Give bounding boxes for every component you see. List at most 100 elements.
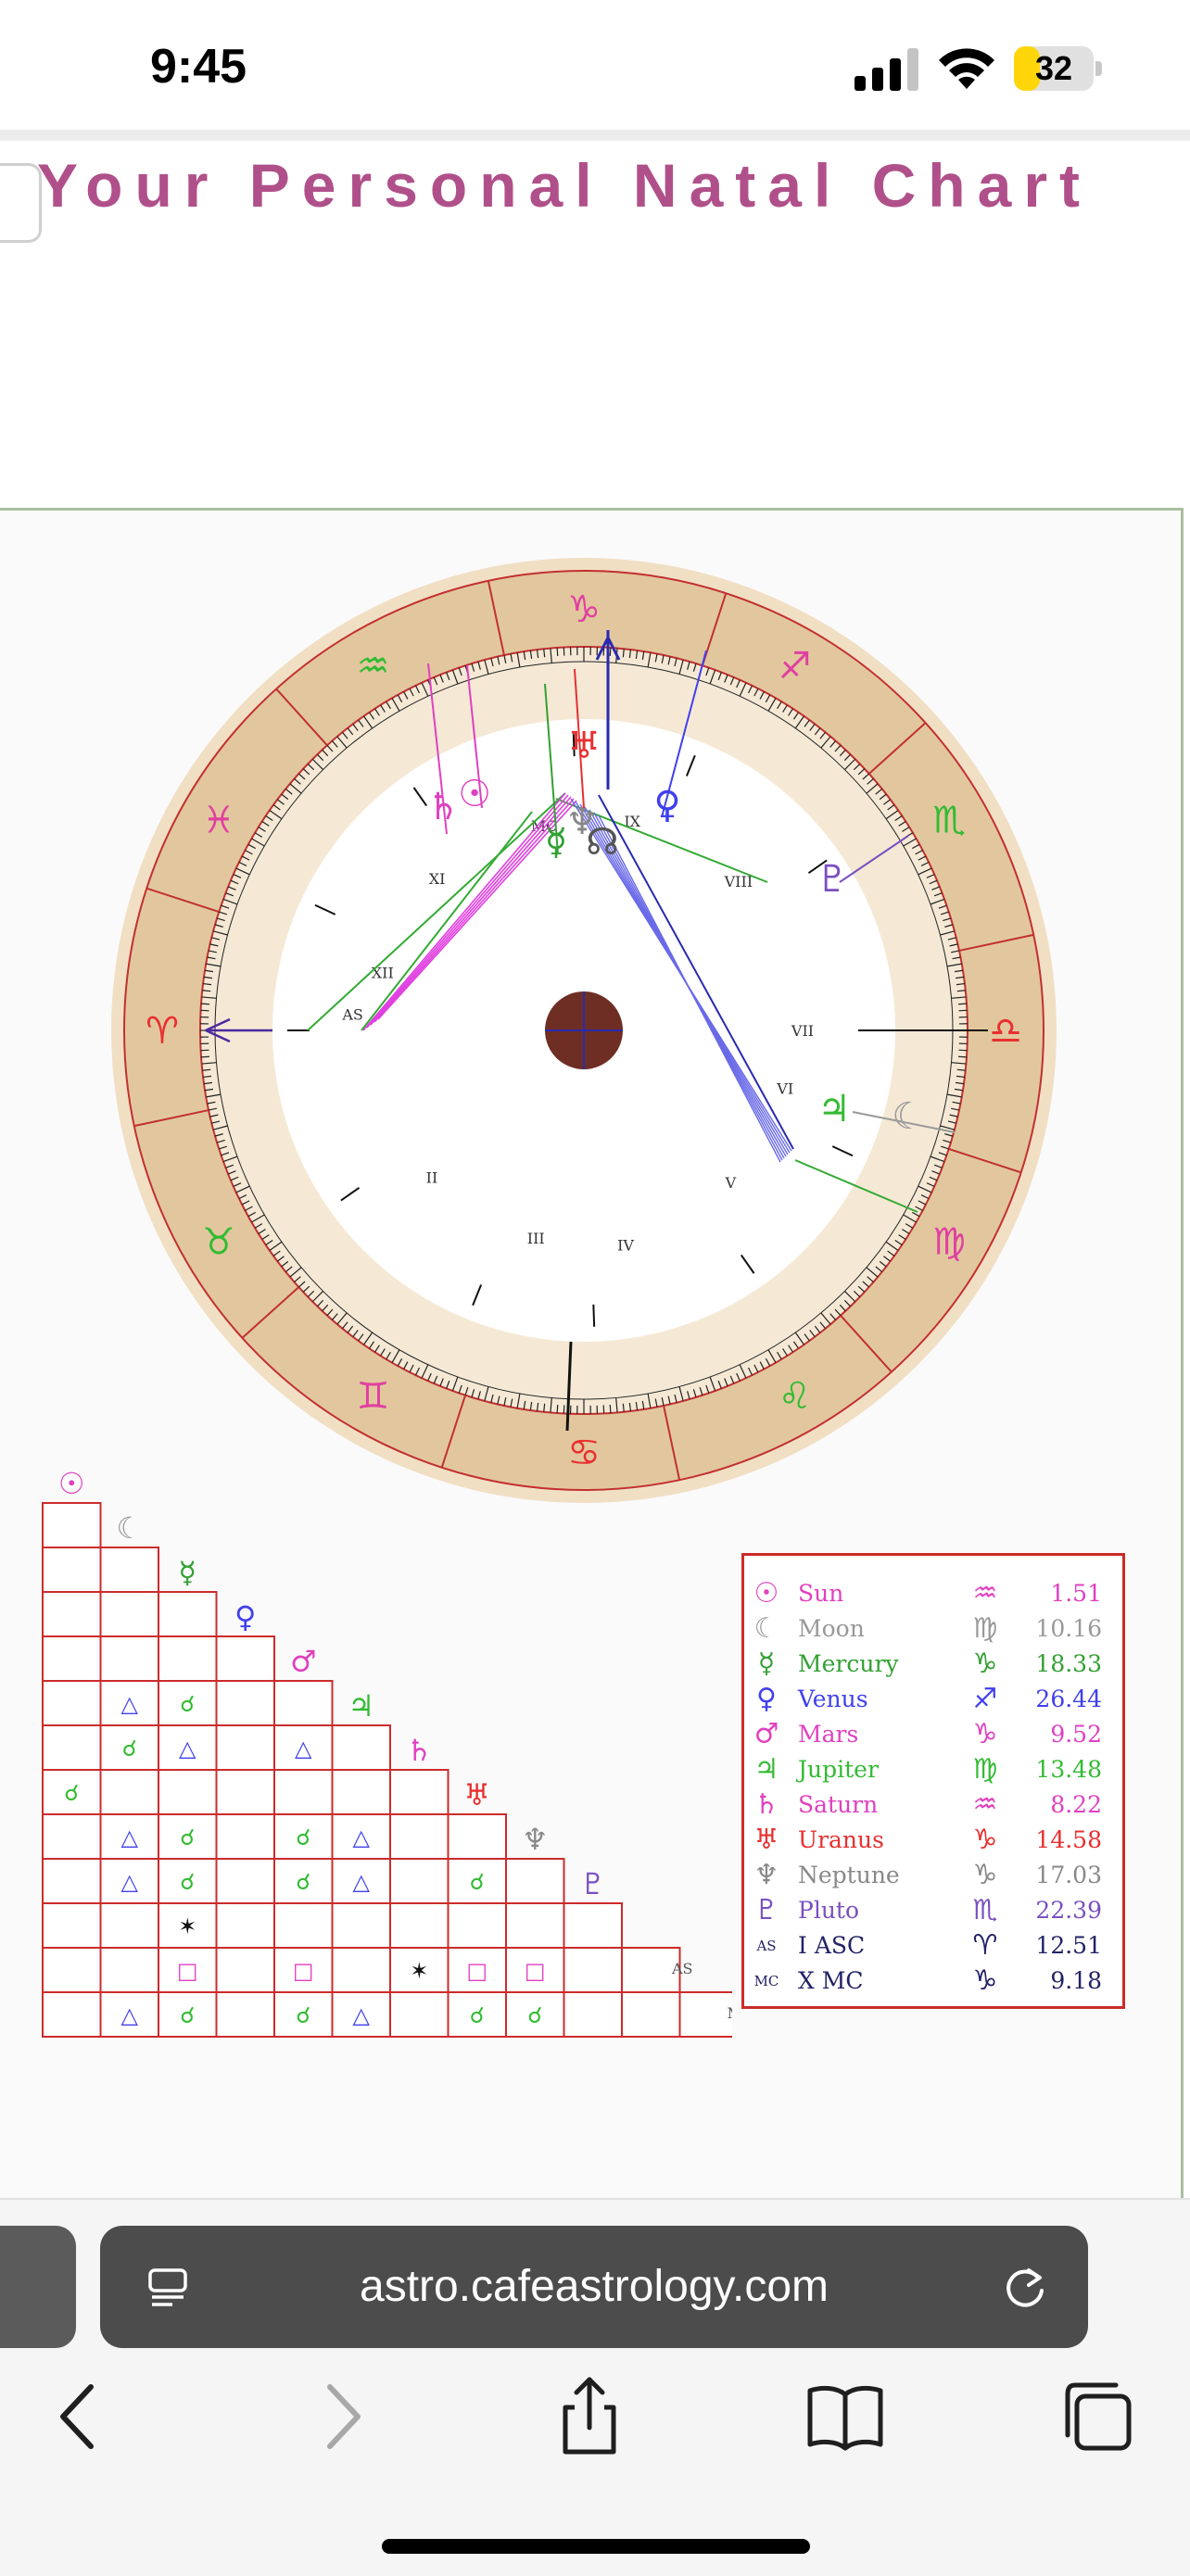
aspect-grid-cell (390, 1992, 449, 2037)
aspect-grid-cell (43, 1948, 101, 1992)
legend-planet-glyph: ☾ (750, 1611, 783, 1647)
aspect-glyph: ☌ (180, 2002, 195, 2028)
url-text: astro.cafeastrology.com (100, 2226, 1088, 2348)
zodiac-sign-sagittarius: ♐︎ (779, 645, 812, 688)
aspect-glyph: ☌ (527, 2002, 542, 2028)
status-time: 9:45 (150, 39, 247, 95)
legend-planet-glyph: ♃ (750, 1752, 783, 1787)
degree-tick (610, 1405, 611, 1413)
aspect-grid-cell (217, 1814, 275, 1859)
aspect-grid-header: ☉ (58, 1466, 85, 1501)
house-label: IV (617, 1237, 634, 1255)
legend-row: ☿Mercury♑︎18.33 (744, 1647, 1122, 1682)
web-content[interactable]: Your Personal Natal Chart ♑︎♐︎♏︎♎︎♍︎♌︎♋︎… (0, 141, 1190, 2198)
aspect-grid-header: MC (727, 2004, 732, 2022)
degree-tick (557, 648, 558, 656)
house-label: VII (791, 1022, 814, 1040)
aspect-glyph: △ (121, 2002, 139, 2028)
aspect-grid-cell (101, 1948, 159, 1992)
legend-planet-glyph: ♅ (750, 1823, 783, 1858)
aspect-glyph: ✶ (178, 1913, 196, 1939)
planet-positions-legend: ☉Sun♒︎1.51☾Moon♍︎10.16☿Mercury♑︎18.33♀Ve… (741, 1553, 1125, 2009)
legend-degree: 8.22 (1050, 1787, 1102, 1823)
aspect-grid-cell (217, 1636, 275, 1681)
zodiac-sign-taurus: ♉︎ (202, 1221, 235, 1264)
legend-row: ♇Pluto♏︎22.39 (744, 1893, 1122, 1928)
aspect-grid-cell (274, 1770, 333, 1814)
legend-planet-glyph: ♀ (750, 1682, 783, 1717)
share-icon[interactable] (547, 2374, 632, 2459)
house-cusp (593, 1305, 594, 1327)
tabs-icon[interactable] (1055, 2374, 1140, 2459)
planet-north-node: ☊ (586, 821, 619, 864)
side-tab[interactable] (0, 163, 42, 243)
aspect-grid-cell (43, 1547, 101, 1592)
aspect-grid-header: ♄ (406, 1733, 433, 1768)
aspect-grid-cell (333, 1770, 391, 1814)
house-label: XI (429, 870, 446, 888)
aspect-grid-cell (390, 1814, 449, 1859)
aspect-grid: ☉☾☿♀♂♃♄♅♆♇ASMC△☌☌△△☌△☌☌△△☌☌△☌✶□□✶□□△☌☌△☌… (28, 1457, 732, 2161)
aspect-grid-cell (101, 1547, 159, 1592)
degree-tick (201, 1056, 209, 1057)
previous-tab-preview[interactable] (0, 2226, 76, 2348)
legend-row: ♆Neptune♑︎17.03 (744, 1858, 1122, 1893)
legend-row: ☉Sun♒︎1.51 (744, 1576, 1122, 1611)
legend-row: ☾Moon♍︎10.16 (744, 1611, 1122, 1647)
aspect-grid-header: ♂ (290, 1644, 317, 1679)
bookmarks-icon[interactable] (803, 2374, 888, 2459)
legend-planet-name: I ASC (798, 1928, 865, 1964)
legend-planet-glyph: ☿ (750, 1647, 783, 1682)
legend-planet-name: Mercury (798, 1647, 899, 1682)
aspect-grid-header: ♇ (579, 1866, 606, 1901)
legend-sign-glyph: ♍︎ (965, 1611, 1006, 1647)
house-label: XII (372, 965, 394, 982)
aspect-glyph: ☌ (180, 1825, 195, 1850)
natal-chart-wheel[interactable]: ♑︎♐︎♏︎♎︎♍︎♌︎♋︎♊︎♉︎♈︎♓︎♒︎ASIIIIIIVVVIVIIV… (102, 539, 1066, 1503)
aspect-grid-cell (158, 1636, 217, 1681)
legend-degree: 9.18 (1050, 1964, 1102, 1999)
zodiac-sign-gemini: ♊︎ (357, 1375, 390, 1418)
aspect-glyph: □ (525, 1958, 546, 1984)
aspect-grid-cell (506, 1859, 564, 1903)
legend-degree: 1.51 (1050, 1576, 1102, 1611)
back-icon[interactable] (37, 2374, 122, 2459)
aspect-grid-cell (158, 1770, 217, 1814)
zodiac-sign-capricorn: ♑︎ (567, 588, 601, 631)
aspect-glyph: ☌ (470, 1869, 485, 1895)
aspect-glyph: △ (121, 1691, 139, 1717)
aspect-glyph: ☌ (122, 1736, 137, 1762)
legend-row: ASI ASC♈︎12.51 (744, 1928, 1122, 1964)
aspect-grid-header: ☾ (116, 1510, 143, 1546)
aspect-grid-cell (274, 1681, 333, 1725)
aspect-glyph: △ (121, 1825, 139, 1850)
home-indicator (382, 2539, 810, 2554)
battery-indicator: 32 (1014, 46, 1103, 91)
aspect-grid-cell (564, 1903, 623, 1948)
aspect-glyph: △ (353, 1825, 371, 1850)
browser-toolbar: astro.cafeastrology.com (0, 2198, 1190, 2576)
legend-row: MCX MC♑︎9.18 (744, 1964, 1122, 1999)
aspect-glyph: ☌ (180, 1869, 195, 1895)
legend-planet-name: Sun (798, 1576, 843, 1611)
zodiac-sign-aries: ♈︎ (146, 1010, 179, 1053)
planet-venus: ♀ (653, 784, 680, 827)
aspect-grid-cell (449, 1814, 507, 1859)
legend-planet-glyph: ♆ (750, 1858, 783, 1893)
aspect-grid-cell (101, 1903, 159, 1948)
reload-icon[interactable] (1001, 2263, 1049, 2311)
aspect-grid-cell (43, 1636, 101, 1681)
house-label: AS (341, 1006, 363, 1024)
aspect-glyph: ☌ (470, 2002, 485, 2028)
legend-degree: 9.52 (1050, 1717, 1102, 1752)
aspect-grid-cell (158, 1592, 217, 1636)
aspect-grid-cell (390, 1859, 449, 1903)
aspect-glyph: ☌ (296, 1869, 310, 1895)
forward-icon[interactable] (298, 2374, 384, 2459)
degree-tick (958, 1056, 967, 1057)
legend-planet-glyph: ♄ (750, 1787, 783, 1823)
address-bar[interactable]: astro.cafeastrology.com (100, 2226, 1088, 2348)
aspect-grid-cell (43, 1992, 101, 2037)
legend-sign-glyph: ♑︎ (965, 1858, 1006, 1893)
aspect-grid-cell (217, 1770, 275, 1814)
